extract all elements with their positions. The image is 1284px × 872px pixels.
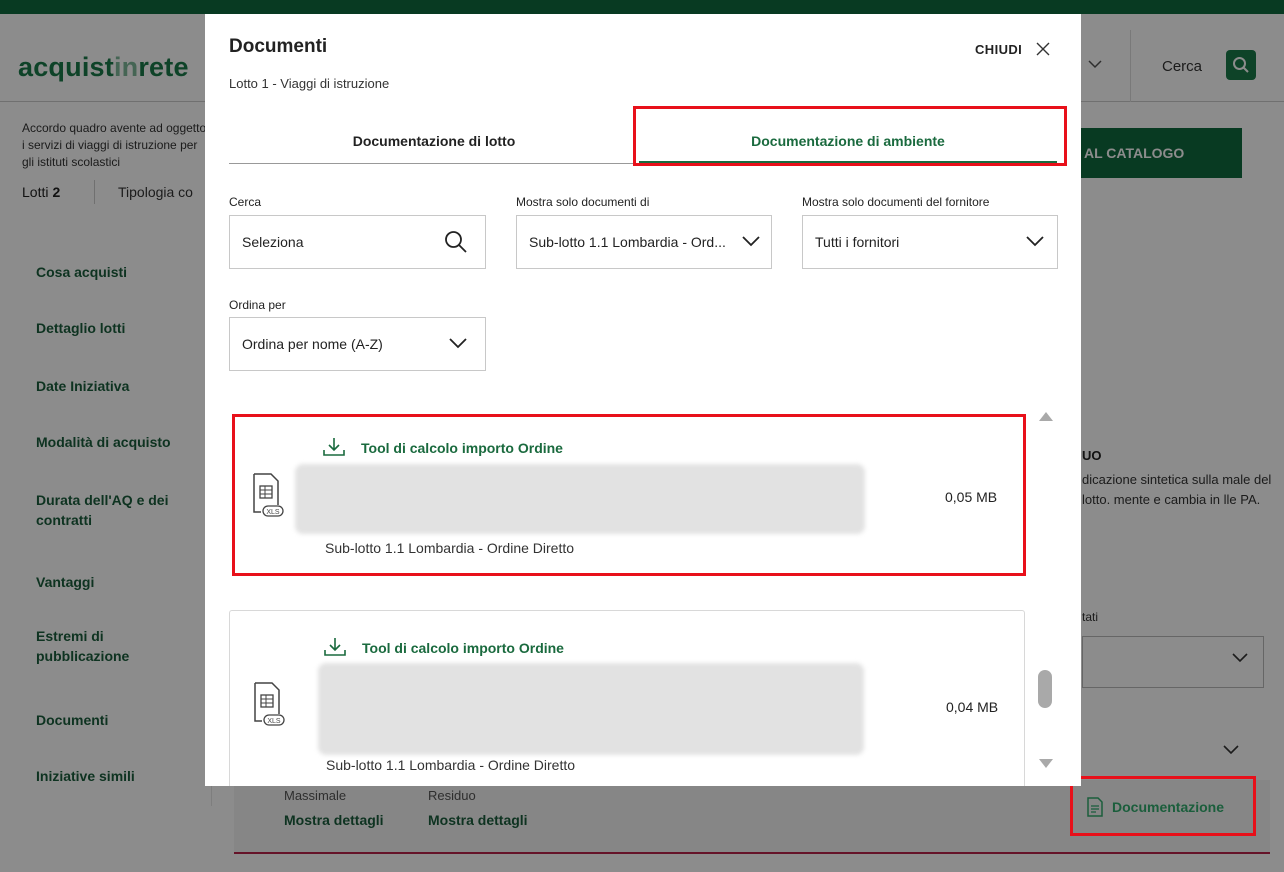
search-icon: [445, 231, 467, 253]
show-only-label: Mostra solo documenti di: [516, 195, 650, 209]
svg-text:XLS: XLS: [267, 718, 281, 725]
tab-documentazione-lotto[interactable]: Documentazione di lotto: [229, 118, 639, 164]
download-icon: [324, 638, 346, 656]
search-input-value: Seleziona: [242, 234, 304, 250]
list-scrollbar[interactable]: [1035, 408, 1057, 786]
file-size: 0,04 MB: [946, 699, 999, 715]
xls-file-icon: XLS: [254, 682, 285, 726]
close-button[interactable]: CHIUDI: [975, 38, 1050, 60]
close-label: CHIUDI: [975, 41, 1023, 57]
chevron-down-icon: [742, 236, 760, 247]
chevron-down-icon: [1026, 236, 1044, 247]
supplier-value: Tutti i fornitori: [815, 234, 900, 250]
sublotto-label: Sub-lotto 1.1 Lombardia - Ordine Diretto: [326, 757, 576, 773]
highlight-box: [232, 414, 1026, 576]
search-input[interactable]: Seleziona: [229, 215, 486, 269]
search-label: Cerca: [229, 195, 262, 209]
highlight-box: [1070, 776, 1256, 836]
scroll-thumb[interactable]: [1038, 670, 1052, 708]
list-item: XLS Tool di calcolo importo Ordine 0,04 …: [229, 610, 1025, 786]
show-only-value: Sub-lotto 1.1 Lombardia - Ord...: [529, 234, 726, 250]
sort-label: Ordina per: [229, 298, 286, 312]
modal-title: Documenti: [229, 36, 328, 57]
scroll-up-arrow-icon[interactable]: [1038, 410, 1054, 422]
modal-subtitle: Lotto 1 - Viaggi di istruzione: [229, 76, 390, 91]
sort-select[interactable]: Ordina per nome (A-Z): [229, 317, 486, 371]
redacted-description: [318, 663, 864, 755]
highlight-box: [633, 106, 1067, 166]
download-link[interactable]: Tool di calcolo importo Ordine: [324, 637, 564, 657]
supplier-label: Mostra solo documenti del fornitore: [802, 195, 990, 209]
chevron-down-icon: [449, 338, 467, 349]
supplier-select[interactable]: Tutti i fornitori: [802, 215, 1058, 269]
show-only-select[interactable]: Sub-lotto 1.1 Lombardia - Ord...: [516, 215, 772, 269]
sort-value: Ordina per nome (A-Z): [242, 336, 383, 352]
scroll-down-arrow-icon[interactable]: [1038, 758, 1054, 770]
close-icon: [1036, 42, 1050, 56]
